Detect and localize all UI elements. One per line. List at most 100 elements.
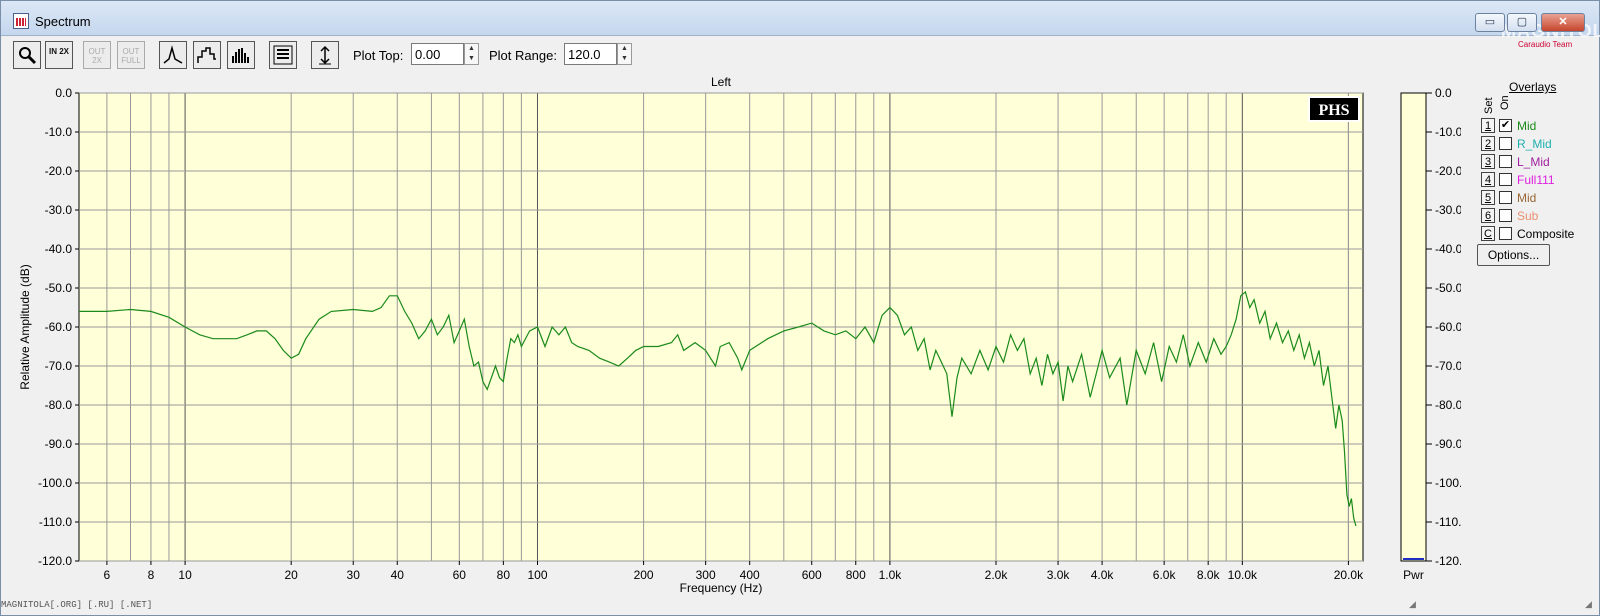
toolbar: IN 2X OUT 2X OUT FULL Plot Top: ▲▼ Plot … xyxy=(1,36,1599,74)
y-tick-label: 0.0 xyxy=(55,86,72,100)
overlay-set-button[interactable]: 3 xyxy=(1481,154,1495,169)
overlay-set-button[interactable]: C xyxy=(1481,226,1495,241)
x-tick-label: 20.0k xyxy=(1334,568,1364,582)
bar-plot-button[interactable] xyxy=(227,41,255,69)
overlay-row: 1 ✔ Mid xyxy=(1481,118,1599,135)
right-y-tick-label: -70.0 xyxy=(1435,359,1461,373)
right-y-tick-label: -40.0 xyxy=(1435,242,1461,256)
plot-top-spinner[interactable]: ▲ ▼ xyxy=(464,43,479,65)
x-tick-label: 4.0k xyxy=(1091,568,1115,582)
right-y-tick-label: -10.0 xyxy=(1435,125,1461,139)
overlay-on-checkbox[interactable] xyxy=(1499,227,1512,240)
options-button[interactable]: Options... xyxy=(1477,244,1550,266)
x-tick-label: 200 xyxy=(634,568,654,582)
overlay-name: R_Mid xyxy=(1517,137,1552,151)
overlay-row: C Composite xyxy=(1481,226,1599,243)
x-tick-label: 40 xyxy=(391,568,405,582)
zoom-out-full-button[interactable]: OUT FULL xyxy=(117,41,145,69)
overlay-on-checkbox[interactable] xyxy=(1499,209,1512,222)
plot-top-label: Plot Top: xyxy=(353,48,404,63)
zoom-out-2x-button[interactable]: OUT 2X xyxy=(83,41,111,69)
x-tick-label: 60 xyxy=(453,568,467,582)
right-y-tick-label: -100.0 xyxy=(1435,476,1461,490)
x-tick-label: 300 xyxy=(696,568,716,582)
line-plot-button[interactable] xyxy=(159,41,187,69)
y-tick-label: -90.0 xyxy=(45,437,73,451)
overlay-row: 5 Mid xyxy=(1481,190,1599,207)
panel-icon xyxy=(273,45,293,65)
window-title: Spectrum xyxy=(35,14,91,29)
overlay-name: Sub xyxy=(1517,209,1539,223)
overlay-set-button[interactable]: 6 xyxy=(1481,208,1495,223)
x-tick-label: 8.0k xyxy=(1197,568,1221,582)
right-y-tick-label: -20.0 xyxy=(1435,164,1461,178)
overlay-on-checkbox[interactable] xyxy=(1499,191,1512,204)
y-tick-label: -120.0 xyxy=(38,554,72,568)
overlay-on-checkbox[interactable]: ✔ xyxy=(1499,119,1512,132)
right-y-tick-label: -90.0 xyxy=(1435,437,1461,451)
autoscale-button[interactable] xyxy=(311,41,339,69)
zoom-in-icon: IN 2X xyxy=(48,47,69,56)
x-tick-label: 20 xyxy=(284,568,298,582)
x-tick-label: 80 xyxy=(497,568,511,582)
overlay-set-button[interactable]: 4 xyxy=(1481,172,1495,187)
line-plot-icon xyxy=(163,45,183,64)
pwr-label: Pwr xyxy=(1403,568,1424,582)
zoom-in-2x-button[interactable]: IN 2X xyxy=(45,41,73,69)
on-column-header: On xyxy=(1499,95,1511,110)
overlay-on-checkbox[interactable] xyxy=(1499,137,1512,150)
right-y-tick-label: -110.0 xyxy=(1435,515,1461,529)
title-bar[interactable]: Spectrum MAGNITOLA Caraudio Team ▭ ▢ ✕ xyxy=(1,1,1600,49)
chart-title: Left xyxy=(711,75,732,89)
x-tick-label: 800 xyxy=(846,568,866,582)
y-tick-label: -70.0 xyxy=(45,359,73,373)
close-button[interactable]: ✕ xyxy=(1541,13,1585,32)
y-tick-label: -10.0 xyxy=(45,125,73,139)
y-axis-label: Relative Amplitude (dB) xyxy=(18,264,32,389)
plot-range-spinner[interactable]: ▲ ▼ xyxy=(617,43,632,65)
status-text: MAGNITOLA[.ORG] [.RU] [.NET] xyxy=(1,600,153,610)
set-column-header: Set xyxy=(1483,97,1495,114)
step-plot-icon xyxy=(197,47,216,63)
maximize-button[interactable]: ▢ xyxy=(1507,13,1537,32)
x-tick-label: 10.0k xyxy=(1228,568,1258,582)
overlay-set-button[interactable]: 2 xyxy=(1481,136,1495,151)
right-y-tick-label: 0.0 xyxy=(1435,86,1452,100)
overlay-set-button[interactable]: 5 xyxy=(1481,190,1495,205)
zoom-button[interactable] xyxy=(13,41,41,69)
y-tick-label: -50.0 xyxy=(45,281,73,295)
overlay-set-button[interactable]: 1 xyxy=(1481,118,1495,133)
overlay-on-checkbox[interactable] xyxy=(1499,173,1512,186)
magnifier-icon xyxy=(19,47,37,65)
overlay-row: 3 L_Mid xyxy=(1481,154,1599,171)
overlay-name: Mid xyxy=(1517,119,1537,133)
plot-top-input[interactable] xyxy=(411,43,464,65)
overlay-name: Composite xyxy=(1517,227,1575,241)
overlay-row: 2 R_Mid xyxy=(1481,136,1599,153)
y-tick-label: -60.0 xyxy=(45,320,73,334)
spectrum-app-icon xyxy=(13,13,29,29)
overlay-name: L_Mid xyxy=(1517,155,1550,169)
zoom-full-icon: OUT FULL xyxy=(121,47,141,65)
spectrum-chart[interactable]: 0.0 -10.0 -20.0 -30.0 -40.0 -50.0 -60.0 -70.0 -8… xyxy=(1,74,1461,614)
power-meter xyxy=(1400,92,1427,562)
y-tick-label: -100.0 xyxy=(38,476,72,490)
overlay-on-checkbox[interactable] xyxy=(1499,155,1512,168)
plot-range-input[interactable] xyxy=(564,43,617,65)
right-y-tick-label: -30.0 xyxy=(1435,203,1461,217)
x-tick-label: 1.0k xyxy=(879,568,903,582)
step-plot-button[interactable] xyxy=(193,41,221,69)
zoom-out-icon: OUT 2X xyxy=(88,47,106,65)
x-tick-label: 2.0k xyxy=(985,568,1009,582)
phs-logo-text: PHS xyxy=(1318,102,1349,119)
vertical-range-icon xyxy=(319,45,331,65)
x-tick-label: 10 xyxy=(178,568,192,582)
plot-range-label: Plot Range: xyxy=(489,48,557,63)
right-y-tick-label: -60.0 xyxy=(1435,320,1461,334)
settings-panel-button[interactable] xyxy=(269,41,297,69)
window-resize-grip-icon[interactable]: ◢ xyxy=(1585,599,1597,611)
minimize-button[interactable]: ▭ xyxy=(1475,13,1505,32)
resize-grip-icon[interactable]: ◢ xyxy=(1409,599,1421,611)
right-y-tick-label: -120.0 xyxy=(1435,554,1461,568)
x-tick-label: 6.0k xyxy=(1153,568,1177,582)
